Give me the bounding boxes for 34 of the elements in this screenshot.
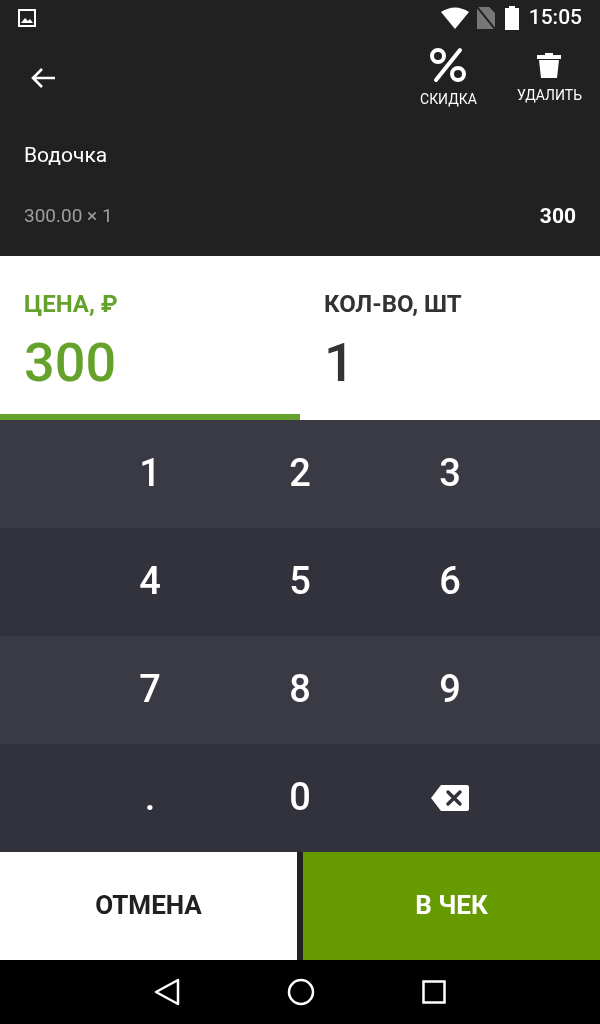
- toolbar-action[interactable]: УДАЛИТЬ: [516, 50, 582, 106]
- back-nav-icon[interactable]: [153, 977, 180, 1006]
- backspace-icon: [431, 784, 469, 811]
- keypad-key[interactable]: 1: [75, 419, 225, 528]
- keypad-key[interactable]: 4: [75, 527, 225, 636]
- field-value: 300: [24, 335, 118, 390]
- keypad-key[interactable]: 8: [225, 635, 375, 744]
- no-sim-icon: [476, 7, 495, 29]
- battery-icon: [504, 6, 519, 30]
- field-value: 1: [324, 335, 356, 390]
- keypad-key[interactable]: 2: [225, 419, 375, 528]
- keypad-key[interactable]: 5: [225, 527, 375, 636]
- trash-icon: [535, 50, 564, 79]
- field-label: ЦЕНА, ₽: [24, 288, 119, 320]
- back-arrow-icon: [30, 67, 56, 89]
- keypad-key[interactable]: .: [75, 743, 225, 852]
- item-name: Водочка: [24, 142, 109, 169]
- clock: 15:05: [528, 4, 582, 32]
- keypad-key[interactable]: 3: [375, 419, 525, 528]
- backspace-key[interactable]: [431, 784, 469, 811]
- cancel-button[interactable]: ОТМЕНА: [0, 851, 297, 960]
- recents-icon[interactable]: [422, 979, 447, 1004]
- keypad-key[interactable]: 9: [375, 635, 525, 744]
- item-calculation: 300.00 × 1: [24, 203, 113, 230]
- percent-icon: [429, 46, 468, 83]
- keypad-key[interactable]: 7: [75, 635, 225, 744]
- item-total: 300: [539, 202, 576, 230]
- home-icon[interactable]: [287, 977, 315, 1006]
- toolbar-action[interactable]: СКИДКА: [420, 46, 477, 110]
- image-icon: [18, 9, 36, 27]
- wifi-icon: [440, 7, 469, 29]
- field-label: КОЛ-ВО, ШТ: [324, 288, 463, 320]
- keypad-key[interactable]: 0: [225, 743, 375, 852]
- keypad-key[interactable]: 6: [375, 527, 525, 636]
